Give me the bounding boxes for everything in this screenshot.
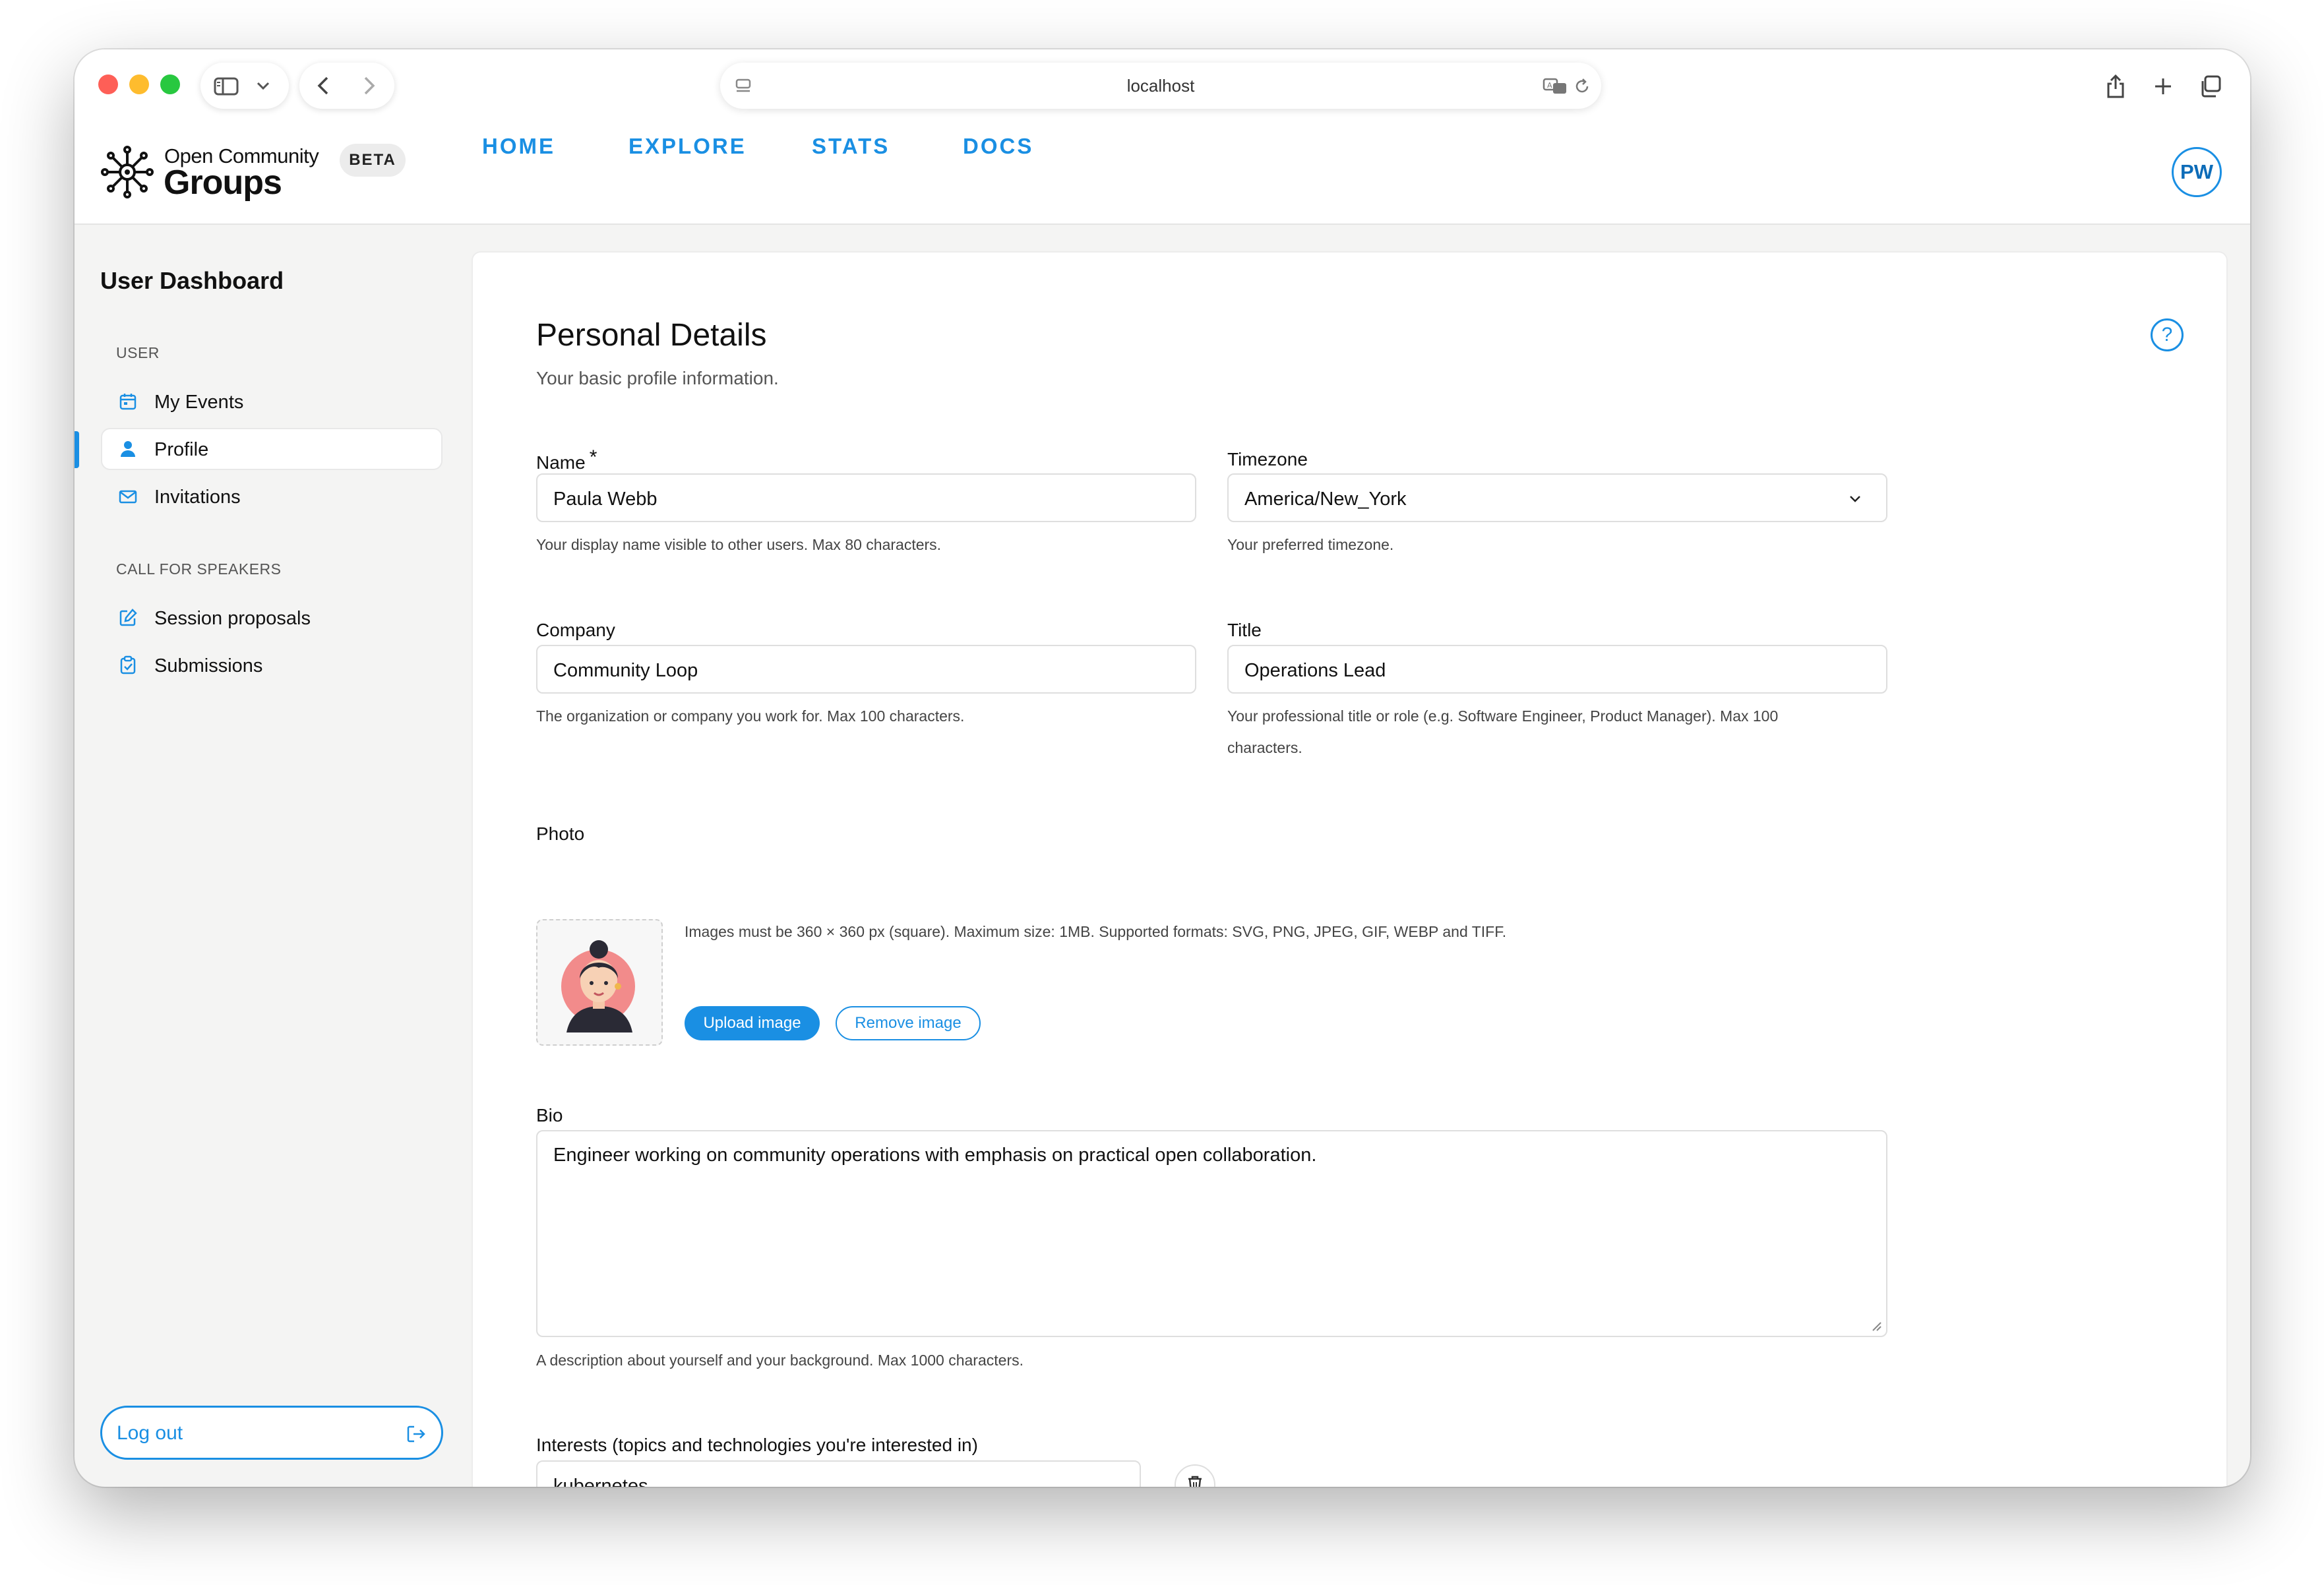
browser-toolbar: localhost A — [75, 49, 2250, 122]
name-input-value: Paula Webb — [553, 489, 657, 510]
nav-home[interactable]: HOME — [482, 134, 555, 159]
page-title: Personal Details — [536, 318, 767, 353]
sidebar-item-label: Invitations — [154, 487, 241, 508]
history-nav-group — [299, 63, 394, 109]
resize-handle-icon[interactable] — [1870, 1320, 1882, 1332]
timezone-help: Your preferred timezone. — [1227, 536, 1394, 553]
question-icon: ? — [2161, 324, 2173, 345]
sidebar-item-session-proposals[interactable]: Session proposals — [101, 597, 443, 639]
title-help-line2: characters. — [1227, 739, 1302, 756]
sidebar-item-invitations[interactable]: Invitations — [101, 475, 443, 518]
trash-icon — [1186, 1474, 1204, 1487]
nav-docs[interactable]: DOCS — [963, 134, 1033, 159]
forward-icon[interactable] — [361, 76, 377, 99]
sidebar-title: User Dashboard — [100, 267, 284, 294]
sidebar-item-label: My Events — [154, 392, 244, 413]
name-label-text: Name — [536, 452, 586, 473]
timezone-select-value: America/New_York — [1244, 489, 1407, 510]
logo-text-line2: Groups — [164, 164, 282, 202]
beta-badge: BETA — [340, 144, 406, 177]
profile-photo — [536, 919, 663, 1046]
nav-explore[interactable]: EXPLORE — [628, 134, 747, 159]
chevron-down-icon — [1848, 492, 1862, 506]
clipboard-check-icon — [118, 655, 138, 675]
timezone-select[interactable]: America/New_York — [1227, 473, 1887, 522]
bio-label: Bio — [536, 1105, 563, 1125]
app-header: Open Community Groups BETA HOME EXPLORE … — [75, 122, 2250, 225]
company-input-value: Community Loop — [553, 660, 698, 681]
bio-textarea-value: Engineer working on community operations… — [553, 1145, 1317, 1166]
logout-button[interactable]: Log out — [100, 1406, 443, 1460]
edit-icon — [118, 608, 138, 628]
title-help-line1: Your professional title or role (e.g. So… — [1227, 707, 1779, 725]
company-help: The organization or company you work for… — [536, 707, 965, 725]
translate-icon[interactable]: A — [1543, 77, 1569, 99]
sidebar-toggle-group — [200, 63, 289, 109]
interest-input[interactable]: kubernetes — [536, 1460, 1141, 1487]
interests-label: Interests (topics and technologies you'r… — [536, 1435, 978, 1455]
community-logo-icon[interactable] — [100, 144, 155, 200]
back-icon[interactable] — [315, 76, 331, 99]
url-text: localhost — [1126, 76, 1195, 96]
sidebar-item-label: Submissions — [154, 655, 263, 676]
close-window-button[interactable] — [98, 75, 118, 94]
calendar-icon — [118, 392, 138, 411]
photo-help: Images must be 360 × 360 px (square). Ma… — [685, 923, 1507, 940]
sidebar-section-user: USER — [116, 344, 160, 361]
sidebar-section-call-for-speakers: CALL FOR SPEAKERS — [116, 560, 282, 578]
user-icon — [118, 439, 138, 459]
name-input[interactable]: Paula Webb — [536, 473, 1196, 522]
address-bar[interactable]: localhost A — [720, 63, 1601, 109]
browser-window: localhost A Open Community Groups BETA H… — [75, 49, 2250, 1487]
company-input[interactable]: Community Loop — [536, 645, 1196, 694]
zoom-window-button[interactable] — [160, 75, 180, 94]
share-icon[interactable] — [2096, 67, 2135, 106]
nav-stats[interactable]: STATS — [812, 134, 890, 159]
name-help: Your display name visible to other users… — [536, 536, 942, 553]
bio-textarea[interactable]: Engineer working on community operations… — [536, 1130, 1887, 1337]
active-indicator — [75, 431, 79, 468]
logout-label: Log out — [117, 1422, 183, 1444]
chevron-down-icon[interactable] — [256, 80, 270, 95]
sidebar-item-profile[interactable]: Profile — [101, 428, 443, 470]
bio-help: A description about yourself and your ba… — [536, 1352, 1024, 1369]
upload-image-button[interactable]: Upload image — [685, 1006, 820, 1040]
tab-overview-icon[interactable] — [2191, 67, 2230, 106]
interest-input-value: kubernetes — [553, 1476, 648, 1487]
user-avatar-button[interactable]: PW — [2172, 147, 2222, 197]
beta-badge-label: BETA — [349, 151, 396, 169]
help-button[interactable]: ? — [2151, 318, 2184, 351]
company-label: Company — [536, 620, 615, 640]
title-label: Title — [1227, 620, 1262, 640]
sidebar-item-label: Session proposals — [154, 608, 311, 629]
photo-label: Photo — [536, 823, 585, 844]
sidebar-item-label: Profile — [154, 439, 209, 460]
logout-icon — [406, 1423, 427, 1445]
svg-text:A: A — [1547, 81, 1552, 90]
title-input-value: Operations Lead — [1244, 660, 1386, 681]
delete-interest-button[interactable] — [1175, 1464, 1215, 1487]
page-subtitle: Your basic profile information. — [536, 368, 779, 388]
timezone-label: Timezone — [1227, 449, 1308, 469]
minimize-window-button[interactable] — [129, 75, 149, 94]
remove-image-button[interactable]: Remove image — [836, 1006, 981, 1040]
name-label: Name * — [536, 446, 597, 473]
envelope-icon — [118, 487, 138, 506]
personal-details-card: Personal Details Your basic profile info… — [472, 251, 2228, 1487]
sidebar-item-submissions[interactable]: Submissions — [101, 644, 443, 686]
title-input[interactable]: Operations Lead — [1227, 645, 1887, 694]
reload-icon[interactable] — [1573, 77, 1591, 99]
new-tab-icon[interactable] — [2143, 67, 2183, 106]
required-mark: * — [589, 446, 597, 468]
sidebar-item-my-events[interactable]: My Events — [101, 380, 443, 423]
sidebar-toggle-icon[interactable] — [214, 77, 239, 99]
